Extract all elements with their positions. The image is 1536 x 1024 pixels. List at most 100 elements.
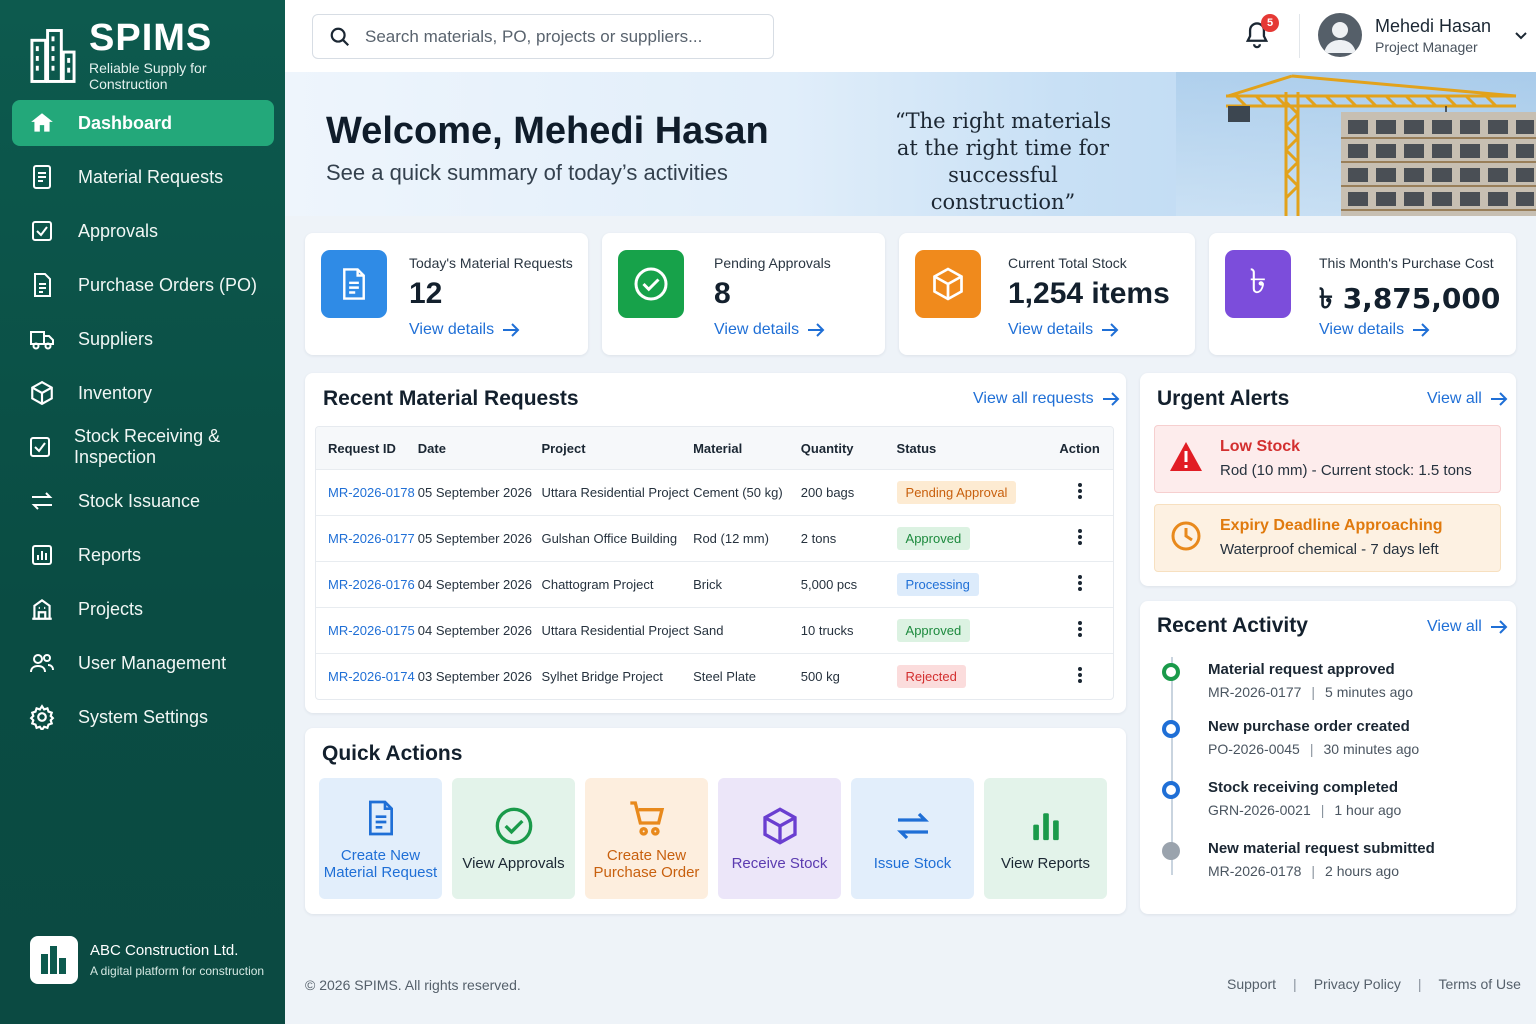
search-box[interactable]: [312, 14, 774, 59]
footer-separator: |: [1417, 976, 1422, 992]
timeline-dot-icon: [1162, 663, 1180, 681]
timeline-dot-icon: [1162, 781, 1180, 799]
sidebar-item-inventory[interactable]: Inventory: [12, 370, 274, 416]
view-approvals-button[interactable]: View Approvals: [452, 778, 575, 899]
organization-tagline: A digital platform for construction: [90, 964, 265, 978]
link-label: View details: [714, 321, 800, 338]
brand[interactable]: SPIMS Reliable Supply for Construction: [28, 18, 285, 92]
quick-action-label: Material Request: [323, 863, 438, 881]
sidebar-item-label: Suppliers: [78, 328, 154, 349]
cart-icon: [627, 797, 667, 839]
more-options-icon[interactable]: [1070, 619, 1090, 639]
activity-ref: MR-2026-0177: [1208, 684, 1302, 700]
more-options-icon[interactable]: [1070, 527, 1090, 547]
topbar-divider: [1299, 14, 1300, 58]
view-details-link[interactable]: View details: [714, 321, 825, 339]
search-input[interactable]: [365, 26, 765, 47]
quote-line: at the right time for: [896, 136, 1110, 160]
sidebar-item-dashboard[interactable]: Dashboard: [12, 100, 274, 146]
box-icon: [28, 379, 56, 407]
sidebar-item-stock-issuance[interactable]: Stock Issuance: [12, 478, 274, 524]
sidebar-item-user-management[interactable]: User Management: [12, 640, 274, 686]
status-badge: Approved: [896, 527, 971, 550]
request-date: 03 September 2026: [417, 669, 532, 684]
alert-expiry-deadline[interactable]: Expiry Deadline Approaching Waterproof c…: [1154, 504, 1501, 572]
table-row[interactable]: MR-2026-0178 05 September 2026 Uttara Resi…: [316, 469, 1113, 515]
view-all-activity-link[interactable]: View all: [1427, 618, 1508, 636]
sidebar-item-projects[interactable]: Projects: [12, 586, 274, 632]
sidebar-item-label: Projects: [78, 598, 144, 619]
sidebar-item-system-settings[interactable]: System Settings: [12, 694, 274, 740]
request-id-link[interactable]: MR-2026-0174: [328, 669, 415, 684]
arrow-right-icon: [503, 323, 520, 337]
request-id-link[interactable]: MR-2026-0175: [328, 623, 415, 638]
document-icon: [365, 797, 397, 839]
view-details-link[interactable]: View details: [409, 321, 520, 339]
view-details-link[interactable]: View details: [1008, 321, 1119, 339]
arrow-right-icon: [1490, 392, 1508, 406]
box-icon: [915, 250, 981, 318]
user-menu[interactable]: Mehedi Hasan Project Manager: [1318, 13, 1529, 57]
table-row[interactable]: MR-2026-0176 04 September 2026 Chattogram …: [316, 561, 1113, 607]
alert-title: Expiry Deadline Approaching: [1220, 517, 1443, 534]
activity-ref: PO-2026-0045: [1208, 741, 1300, 757]
recent-activity-panel: Recent Activity View all Material reques…: [1140, 601, 1516, 914]
sidebar-item-label: System Settings: [78, 706, 209, 727]
sidebar-item-approvals[interactable]: Approvals: [12, 208, 274, 254]
sidebar-item-reports[interactable]: Reports: [12, 532, 274, 578]
receive-stock-button[interactable]: Receive Stock: [718, 778, 841, 899]
request-id-link[interactable]: MR-2026-0177: [328, 531, 415, 546]
table-row[interactable]: MR-2026-0177 05 September 2026 Gulshan Off…: [316, 515, 1113, 561]
request-quantity: 5,000 pcs: [800, 577, 858, 592]
clock-icon: [1171, 521, 1201, 551]
sidebar-item-label: Stock Receiving & Inspection: [74, 426, 221, 467]
link-label: View details: [1008, 321, 1094, 338]
arrow-right-icon: [1102, 323, 1119, 337]
table-row[interactable]: MR-2026-0175 04 September 2026 Uttara Resi…: [316, 607, 1113, 653]
panel-title: Quick Actions: [322, 742, 463, 765]
sidebar-item-suppliers[interactable]: Suppliers: [12, 316, 274, 362]
stat-value: ৳ 3,875,000: [1319, 282, 1501, 315]
request-quantity: 500 kg: [800, 669, 840, 684]
arrow-right-icon: [1490, 620, 1508, 634]
more-options-icon[interactable]: [1070, 665, 1090, 685]
activity-meta: MR-2026-0178 | 2 hours ago: [1208, 863, 1399, 879]
request-id-link[interactable]: MR-2026-0178: [328, 485, 415, 500]
sidebar-item-purchase-orders[interactable]: Purchase Orders (PO): [12, 262, 274, 308]
status-badge: Approved: [896, 619, 971, 642]
more-options-icon[interactable]: [1070, 481, 1090, 501]
stat-label: This Month's Purchase Cost: [1319, 255, 1494, 271]
sidebar-item-label: Inventory: [78, 382, 153, 403]
footer-link-support[interactable]: Support: [1227, 976, 1276, 992]
notifications-button[interactable]: 5: [1243, 14, 1279, 54]
view-all-requests-link[interactable]: View all requests: [973, 390, 1120, 408]
issue-stock-button[interactable]: Issue Stock: [851, 778, 974, 899]
sidebar-item-stock-receiving[interactable]: Stock Receiving & Inspection: [12, 424, 274, 470]
meta-separator: |: [1311, 863, 1316, 879]
request-id-link[interactable]: MR-2026-0176: [328, 577, 415, 592]
alert-text: Waterproof chemical - 7 days left: [1220, 541, 1439, 558]
create-purchase-order-button[interactable]: Create New Purchase Order: [585, 778, 708, 899]
column-header: Date: [417, 440, 446, 456]
sidebar-item-material-requests[interactable]: Material Requests: [12, 154, 274, 200]
quote-line: “The right materials: [894, 109, 1112, 133]
footer-link-terms-of-use[interactable]: Terms of Use: [1438, 976, 1520, 992]
view-all-alerts-link[interactable]: View all: [1427, 390, 1508, 408]
create-material-request-button[interactable]: Create New Material Request: [319, 778, 442, 899]
welcome-banner: Welcome, Mehedi Hasan See a quick summar…: [285, 72, 1536, 216]
status-badge: Processing: [896, 573, 979, 596]
table-row[interactable]: MR-2026-0174 03 September 2026 Sylhet Brid…: [316, 653, 1113, 699]
stat-card-material-requests: Today's Material Requests 12 View detail…: [305, 233, 588, 355]
alert-low-stock[interactable]: Low Stock Rod (10 mm) - Current stock: 1…: [1154, 425, 1501, 493]
request-material: Cement (50 kg): [693, 485, 783, 500]
stat-card-pending-approvals: Pending Approvals 8 View details: [602, 233, 885, 355]
sidebar-item-label: Approvals: [78, 220, 159, 241]
view-details-link[interactable]: View details: [1319, 321, 1430, 339]
view-reports-button[interactable]: View Reports: [984, 778, 1107, 899]
quick-action-label: Issue Stock: [873, 855, 952, 872]
footer-link-privacy-policy[interactable]: Privacy Policy: [1314, 976, 1401, 992]
more-options-icon[interactable]: [1070, 573, 1090, 593]
footer-separator: |: [1293, 976, 1297, 992]
chevron-down-icon: [1515, 32, 1527, 40]
check-circle-icon: [618, 250, 684, 318]
